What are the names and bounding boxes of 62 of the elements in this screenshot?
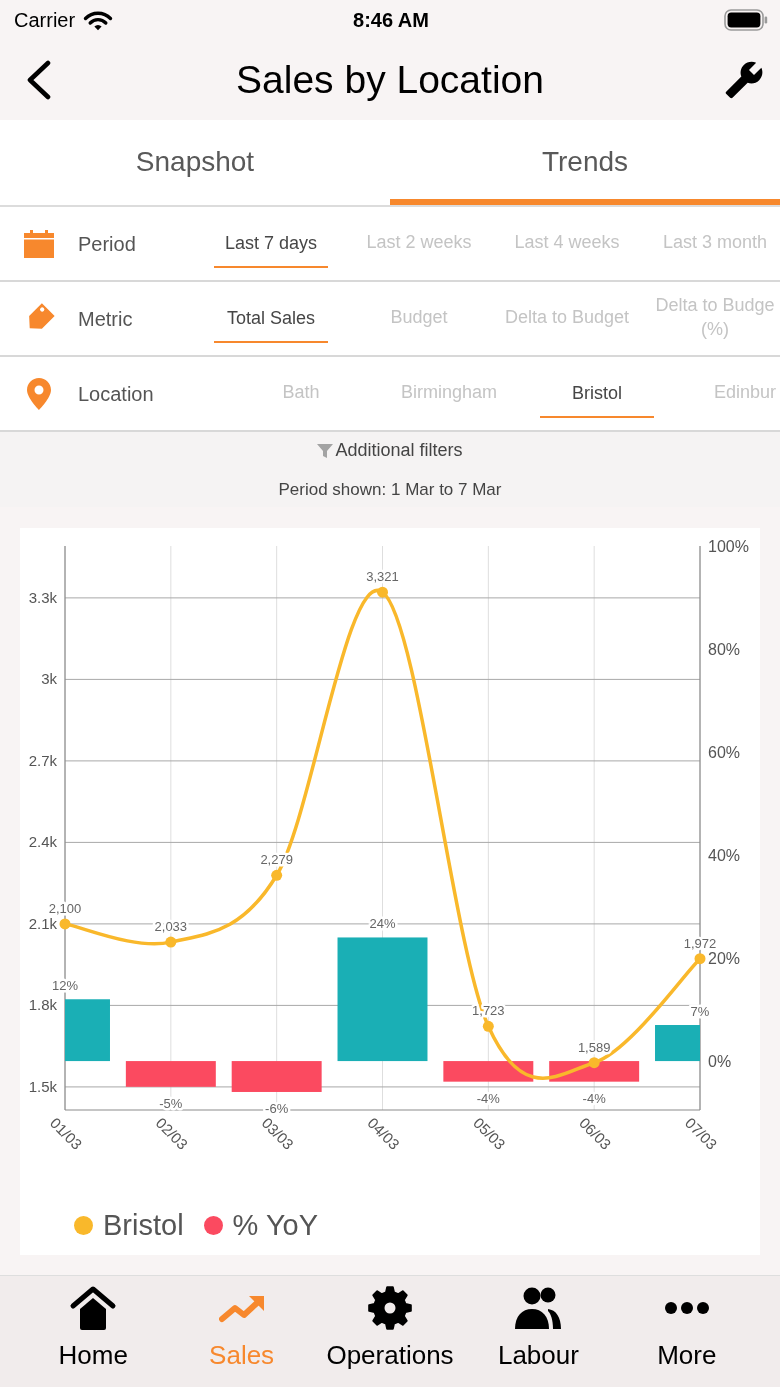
legend-label: Bristol	[103, 1208, 184, 1243]
line-value-label: 3,321	[366, 569, 399, 585]
map-pin-icon	[27, 377, 51, 410]
legend-label: % YoY	[232, 1208, 319, 1243]
filter-label: Location	[78, 381, 155, 407]
bar-value-label: -6%	[265, 1100, 289, 1116]
data-point-icon	[165, 936, 177, 948]
y-axis-label: 3.3k	[28, 588, 57, 606]
y-axis-label: 100%	[708, 538, 749, 555]
y-axis-label: 1.5k	[28, 1077, 57, 1095]
calendar-icon	[24, 229, 54, 258]
y-axis-label: 2.4k	[28, 833, 57, 851]
clock-time: 8:46 AM	[353, 8, 429, 32]
ellipsis-icon	[663, 1301, 710, 1315]
y-axis-label: 2.7k	[28, 751, 57, 769]
y-axis-label: 3k	[41, 670, 57, 688]
y-axis-label: 40%	[708, 847, 741, 865]
y-axis-label: 0%	[708, 1053, 732, 1071]
wrench-icon	[724, 60, 764, 100]
y-axis-label: 2.1k	[28, 914, 57, 932]
line-value-label: 1,589	[577, 1039, 611, 1055]
y-axis-label: 80%	[708, 641, 741, 658]
data-point-icon	[377, 586, 388, 598]
data-point-icon	[271, 869, 283, 881]
filter-option[interactable]: Bristol	[540, 368, 654, 419]
bar-value-label: 7%	[690, 1004, 710, 1019]
bar-value-label: 24%	[369, 916, 396, 932]
tab-bar-item[interactable]: Operations	[315, 1276, 465, 1387]
line-value-label: 2,033	[154, 919, 188, 935]
bar-value-label: -4%	[476, 1090, 500, 1106]
tab[interactable]: Snapshot	[0, 120, 390, 205]
bar-value-label: -5%	[159, 1095, 183, 1111]
data-point-icon	[482, 1020, 494, 1032]
carrier-name: Carrier	[14, 8, 76, 32]
tab-bar-item[interactable]: More	[612, 1276, 762, 1387]
gear-icon	[366, 1285, 414, 1331]
data-point-icon	[588, 1057, 600, 1069]
filter-option[interactable]: Last 7 days	[214, 218, 328, 269]
wifi-icon	[83, 9, 114, 31]
bar-value-label: -4%	[582, 1090, 606, 1106]
tab-bar-item[interactable]: Labour	[464, 1276, 613, 1387]
filter-label: Metric	[78, 306, 134, 332]
tab-bar-item[interactable]: Home	[19, 1276, 168, 1387]
trend-arrow-icon	[218, 1293, 265, 1323]
screen-title: Sales by Location	[235, 57, 545, 103]
filter-label: Period	[78, 231, 137, 257]
battery-icon	[724, 9, 768, 31]
settings-button[interactable]	[724, 60, 764, 100]
bar-value-label: 12%	[52, 978, 78, 994]
people-icon	[514, 1285, 563, 1331]
home-icon	[69, 1285, 118, 1331]
filter-option[interactable]: Total Sales	[214, 293, 328, 344]
y-axis-label: 20%	[708, 950, 741, 968]
line-value-label: 1,972	[683, 935, 717, 951]
period-shown-text: Period shown: 1 Mar to 7 Mar	[278, 478, 502, 501]
line-value-label: 2,100	[48, 900, 82, 916]
data-point-icon	[694, 953, 706, 965]
funnel-icon	[317, 442, 334, 459]
data-point-icon	[59, 918, 71, 930]
y-axis-label: 60%	[708, 744, 741, 762]
y-axis-label: 1.8k	[28, 996, 57, 1014]
additional-filters-button[interactable]: Additional filters	[317, 440, 463, 462]
